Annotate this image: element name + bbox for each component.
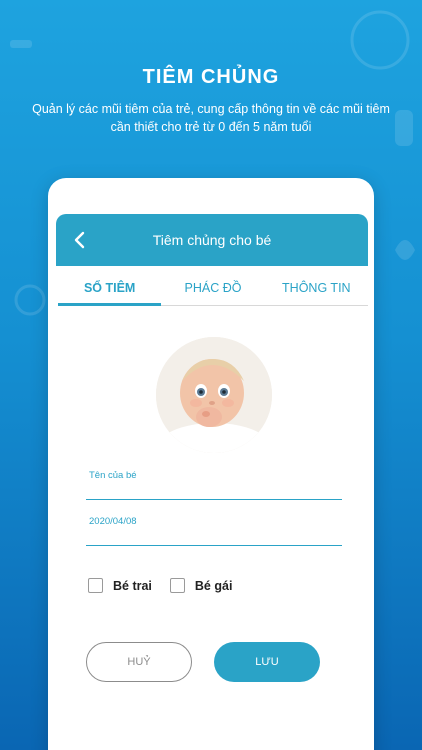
promo-subtitle: Quản lý các mũi tiêm của trẻ, cung cấp t… [32,102,390,134]
gender-boy-checkbox[interactable]: Bé trai [88,578,152,593]
baby-name-input[interactable] [86,470,342,481]
app-header: Tiêm chủng cho bé [56,214,368,266]
checkbox-box [88,578,103,593]
baby-photo [156,337,272,453]
promo-title: TIÊM CHỦNG [142,66,280,88]
header-title: Tiêm chủng cho bé [152,232,272,248]
gender-boy-label: Bé trai [113,578,152,593]
cancel-button[interactable]: HUỶ [86,642,192,682]
gender-girl-label: Bé gái [194,578,233,593]
baby-name-field [86,464,342,500]
baby-avatar[interactable] [156,337,272,453]
save-button[interactable]: LƯU [214,642,320,682]
tab-phac-do[interactable]: PHÁC ĐỒ [161,274,264,305]
gender-girl-checkbox[interactable]: Bé gái [169,578,233,593]
birthdate-input[interactable] [86,516,342,527]
checkbox-box [169,578,185,593]
tab-so-tiem[interactable]: SỔ TIÊM [58,274,162,306]
birthdate-field [86,510,342,546]
tab-bar: SỔ TIÊM PHÁC ĐỒ THÔNG TIN [58,274,368,306]
chevron-left-icon [74,231,85,249]
phone-screen: Tiêm chủng cho bé SỔ TIÊM PHÁC ĐỒ THÔNG … [48,178,374,750]
tab-thong-tin[interactable]: THÔNG TIN [265,274,368,305]
gender-options: Bé trai Bé gái [88,578,232,593]
back-button[interactable] [66,226,94,254]
